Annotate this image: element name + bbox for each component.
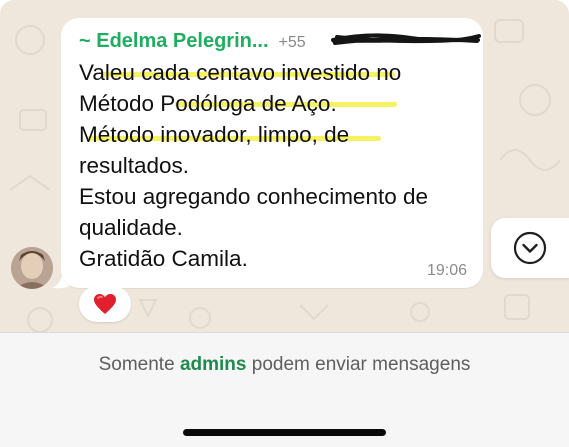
sender-phone: +55	[278, 34, 306, 51]
message-time: 19:06	[426, 262, 467, 279]
message-line: Gratidão Camila.	[79, 246, 248, 271]
message-line: Valeu cada centavo investido no	[79, 60, 402, 85]
notice-prefix: Somente	[98, 354, 175, 375]
avatar[interactable]	[11, 247, 53, 289]
message-line: Método Podóloga de Aço.	[79, 91, 337, 116]
sender-name[interactable]: ~ Edelma Pelegrin...	[79, 30, 269, 52]
chat-area[interactable]: ~ Edelma Pelegrin... +55 Valeu cada centa…	[0, 0, 569, 332]
message-line: Estou agregando conhecimento de	[79, 184, 429, 209]
admins-only-notice: Somente admins podem enviar mensagens	[0, 354, 569, 376]
notice-suffix: podem enviar mensagens	[251, 354, 471, 375]
sender-row: ~ Edelma Pelegrin... +55	[79, 30, 306, 52]
message-line: resultados.	[79, 153, 190, 178]
heart-icon	[94, 294, 116, 314]
scroll-to-bottom-button[interactable]	[491, 218, 569, 278]
reaction-badge[interactable]	[79, 286, 131, 322]
message-line: Método inovador, limpo, de	[79, 122, 350, 147]
message-line: qualidade.	[79, 215, 183, 240]
redaction-scribble	[331, 33, 481, 45]
footer: Somente admins podem enviar mensagens	[0, 332, 569, 447]
chevron-down-circle-icon	[513, 231, 547, 265]
admins-link[interactable]: admins	[180, 354, 247, 375]
home-indicator[interactable]	[183, 429, 386, 436]
message-bubble[interactable]: ~ Edelma Pelegrin... +55 Valeu cada centa…	[61, 18, 483, 288]
